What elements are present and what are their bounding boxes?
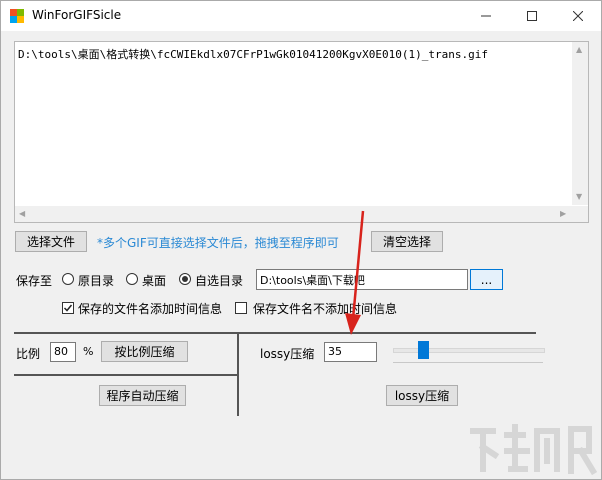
radio-custom-dir[interactable] (179, 273, 191, 285)
watermark-logo (470, 424, 598, 476)
lossy-label: lossy压缩 (260, 347, 315, 361)
lossy-slider-track[interactable] (393, 348, 545, 353)
ratio-input[interactable]: 80 (50, 342, 76, 362)
ratio-label: 比例 (16, 347, 41, 361)
select-file-button[interactable]: 选择文件 (15, 231, 87, 252)
no-time-checkbox[interactable] (235, 302, 247, 314)
app-window: WinForGIFSicle D:\tools\桌面\格式转换\fcCWIEkd… (0, 0, 602, 480)
scroll-down-icon[interactable]: ▼ (576, 193, 582, 201)
horizontal-scrollbar[interactable]: ◀ ▶ (15, 206, 572, 222)
ratio-unit: % (83, 345, 94, 358)
lossy-input[interactable]: 35 (324, 342, 377, 362)
scroll-corner (572, 206, 588, 222)
file-list[interactable]: D:\tools\桌面\格式转换\fcCWIEkdlx07CFrP1wGk010… (14, 41, 589, 223)
no-time-label: 保存文件名不添加时间信息 (253, 302, 398, 316)
minimize-button[interactable] (463, 1, 509, 31)
checkmark-icon (63, 304, 73, 312)
radio-desktop[interactable] (126, 273, 138, 285)
maximize-button[interactable] (509, 1, 555, 31)
lossy-compress-button[interactable]: lossy压缩 (386, 385, 458, 406)
close-icon (573, 11, 583, 21)
lossy-slider-thumb[interactable] (418, 341, 430, 359)
file-list-item[interactable]: D:\tools\桌面\格式转换\fcCWIEkdlx07CFrP1wGk010… (18, 46, 488, 62)
radio-desktop-label: 桌面 (142, 274, 167, 288)
window-title: WinForGIFSicle (32, 8, 122, 22)
red-arrow-annotation (345, 210, 365, 335)
minimize-icon (481, 15, 491, 17)
maximize-icon (527, 11, 537, 21)
auto-compress-button[interactable]: 程序自动压缩 (99, 385, 186, 406)
radio-original-dir[interactable] (62, 273, 74, 285)
add-time-label: 保存的文件名添加时间信息 (78, 302, 223, 316)
clear-selection-button[interactable]: 清空选择 (371, 231, 443, 252)
close-button[interactable] (555, 1, 601, 31)
radio-original-dir-label: 原目录 (78, 274, 115, 288)
scroll-up-icon[interactable]: ▲ (576, 46, 582, 54)
title-bar: WinForGIFSicle (1, 1, 601, 31)
app-icon (10, 9, 24, 23)
section-divider-left (14, 374, 238, 376)
vertical-scrollbar[interactable]: ▲ ▼ (572, 42, 588, 205)
add-time-checkbox[interactable] (62, 302, 74, 314)
scroll-left-icon[interactable]: ◀ (19, 210, 25, 218)
save-to-label: 保存至 (16, 274, 53, 288)
browse-button[interactable]: ... (470, 269, 503, 290)
ratio-compress-button[interactable]: 按比例压缩 (101, 341, 188, 362)
drag-hint: *多个GIF可直接选择文件后，拖拽至程序即可 (97, 236, 339, 250)
lossy-slider-ticks (393, 362, 543, 363)
scroll-right-icon[interactable]: ▶ (560, 210, 566, 218)
section-divider-top (14, 332, 536, 334)
radio-custom-dir-label: 自选目录 (195, 274, 244, 288)
